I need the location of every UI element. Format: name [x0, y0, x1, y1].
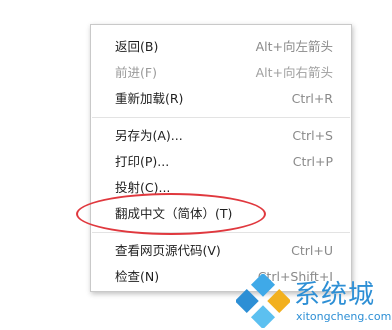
menu-separator: [92, 117, 350, 118]
menu-item-shortcut: Ctrl+P: [292, 154, 333, 169]
menu-separator: [92, 232, 350, 233]
menu-item-save-as[interactable]: 另存为(A)... Ctrl+S: [91, 124, 351, 148]
menu-item-shortcut: Alt+向右箭头: [255, 65, 333, 80]
menu-item-view-source[interactable]: 查看网页源代码(V) Ctrl+U: [91, 239, 351, 263]
menu-item-label: 查看网页源代码(V): [115, 243, 221, 258]
menu-item-shortcut: Ctrl+U: [291, 243, 333, 258]
menu-item-label: 重新加载(R): [115, 91, 184, 106]
menu-item-label: 返回(B): [115, 39, 159, 54]
watermark: 系统城 xitongcheng.com: [236, 270, 392, 330]
watermark-logo-icon: [236, 274, 290, 328]
watermark-url: xitongcheng.com: [296, 310, 392, 323]
menu-item-shortcut: Ctrl+S: [292, 128, 333, 143]
menu-item-shortcut: Alt+向左箭头: [255, 39, 333, 54]
menu-item-reload[interactable]: 重新加载(R) Ctrl+R: [91, 87, 351, 111]
menu-item-label: 前进(F): [115, 65, 157, 80]
menu-item-label: 翻成中文（简体）(T): [115, 206, 233, 221]
menu-item-forward: 前进(F) Alt+向右箭头: [91, 61, 351, 85]
menu-item-print[interactable]: 打印(P)... Ctrl+P: [91, 150, 351, 174]
menu-item-label: 投射(C)...: [115, 180, 171, 195]
menu-item-translate[interactable]: 翻成中文（简体）(T): [91, 202, 351, 226]
menu-item-label: 打印(P)...: [115, 154, 170, 169]
menu-item-shortcut: Ctrl+R: [291, 91, 333, 106]
context-menu: 返回(B) Alt+向左箭头 前进(F) Alt+向右箭头 重新加载(R) Ct…: [90, 24, 352, 292]
menu-item-cast[interactable]: 投射(C)...: [91, 176, 351, 200]
menu-item-label: 检查(N): [115, 269, 160, 284]
watermark-title: 系统城: [294, 280, 376, 310]
menu-item-label: 另存为(A)...: [115, 128, 183, 143]
menu-item-back[interactable]: 返回(B) Alt+向左箭头: [91, 35, 351, 59]
